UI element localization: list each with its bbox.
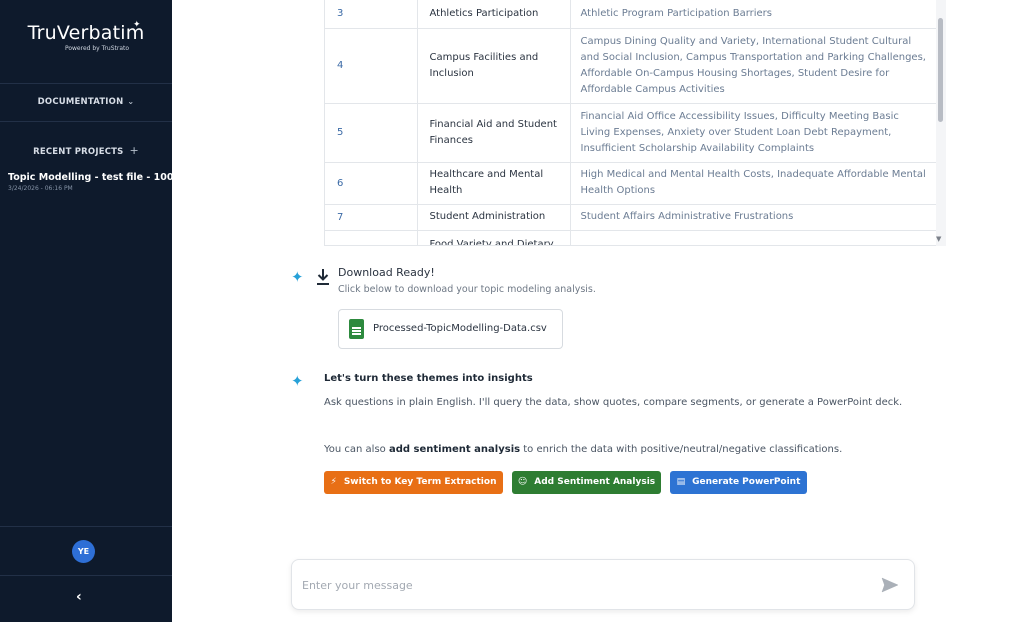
message-composer	[291, 559, 915, 610]
sparkle-icon: ✦	[291, 372, 304, 390]
project-date: 3/24/2026 - 06:16 PM	[8, 185, 73, 192]
lightning-icon: ⚡	[330, 477, 337, 487]
recent-projects-label: RECENT PROJECTS	[33, 147, 124, 157]
download-subtitle: Click below to download your topic model…	[338, 284, 596, 295]
table-row: 7 Student Administration Student Affairs…	[325, 204, 937, 231]
sidebar-divider	[0, 526, 172, 527]
topic-number: 5	[325, 103, 417, 163]
insights-title: Let's turn these themes into insights	[324, 373, 533, 384]
table-row: 4 Campus Facilities and Inclusion Campus…	[325, 28, 937, 104]
insights-body: Ask questions in plain English. I'll que…	[324, 397, 903, 408]
topic-theme: Campus Facilities and Inclusion	[416, 28, 570, 104]
plus-icon[interactable]: +	[129, 144, 138, 157]
topic-theme: Food Variety and Dietary	[416, 230, 570, 245]
note-bold: add sentiment analysis	[388, 444, 521, 455]
note-prefix: You can also	[324, 444, 389, 455]
sidebar-divider	[0, 83, 172, 84]
topic-number: 3	[325, 0, 417, 29]
button-label: Generate PowerPoint	[692, 477, 801, 487]
download-title: Download Ready!	[338, 266, 435, 279]
smiley-icon: ☺	[517, 477, 528, 487]
table-row: 6 Healthcare and Mental Health High Medi…	[325, 162, 937, 205]
add-sentiment-analysis-button[interactable]: ☺ Add Sentiment Analysis	[512, 471, 661, 494]
send-icon[interactable]	[881, 576, 899, 594]
project-title: Topic Modelling - test file - 1000	[8, 172, 181, 183]
logo[interactable]: TruVerbatim ✦ Powered by TruStrato	[0, 20, 172, 52]
documentation-label: DOCUMENTATION	[37, 97, 124, 107]
collapse-sidebar-icon[interactable]: ‹	[76, 589, 82, 605]
topic-subtopics: Athletic Program Participation Barriers	[569, 0, 937, 29]
topic-subtopics: Student Affairs Administrative Frustrati…	[569, 204, 937, 231]
logo-subtitle: Powered by TruStrato	[64, 45, 130, 52]
table-scroll-thumb[interactable]	[938, 18, 943, 122]
topics-table-grid: 3 Athletics Participation Athletic Progr…	[325, 0, 937, 245]
file-name: Processed-TopicModelling-Data.csv	[373, 323, 547, 334]
topic-number: 7	[325, 204, 417, 231]
chevron-down-icon: ⌄	[127, 97, 135, 106]
sparkle-icon: ✦	[291, 268, 304, 286]
generate-powerpoint-button[interactable]: ▤ Generate PowerPoint	[670, 471, 807, 494]
download-file-button[interactable]: Processed-TopicModelling-Data.csv	[338, 309, 563, 349]
insights-sentiment-note: You can also add sentiment analysis to e…	[324, 444, 842, 455]
note-suffix: to enrich the data with positive/neutral…	[520, 444, 843, 455]
topic-theme: Student Administration	[416, 204, 570, 231]
topic-theme: Athletics Participation	[416, 0, 570, 29]
topic-number: 4	[325, 28, 417, 104]
spreadsheet-file-icon	[349, 319, 364, 339]
switch-key-term-extraction-button[interactable]: ⚡ Switch to Key Term Extraction	[324, 471, 503, 494]
button-label: Switch to Key Term Extraction	[343, 477, 497, 487]
logo-text: TruVerbatim	[27, 22, 145, 44]
topic-subtopics	[569, 230, 937, 245]
table-row: 5 Financial Aid and Student Finances Fin…	[325, 103, 937, 163]
document-icon: ▤	[676, 477, 686, 487]
message-input[interactable]	[302, 573, 862, 597]
topic-subtopics: Financial Aid Office Accessibility Issue…	[569, 103, 937, 163]
topic-number: 6	[325, 162, 417, 205]
scroll-down-arrow-icon[interactable]: ▼	[936, 235, 941, 243]
download-icon	[317, 269, 329, 285]
topic-theme: Healthcare and Mental Health	[416, 162, 570, 205]
topic-theme: Financial Aid and Student Finances	[416, 103, 570, 163]
documentation-menu[interactable]: DOCUMENTATION ⌄	[0, 97, 172, 107]
topic-number	[325, 230, 417, 245]
table-row: Food Variety and Dietary	[325, 230, 937, 245]
topic-subtopics: High Medical and Mental Health Costs, In…	[569, 162, 937, 205]
sidebar-divider	[0, 121, 172, 122]
topic-subtopics: Campus Dining Quality and Variety, Inter…	[569, 28, 937, 104]
sidebar: TruVerbatim ✦ Powered by TruStrato DOCUM…	[0, 0, 180, 622]
logo-star-icon: ✦	[133, 20, 141, 30]
recent-projects-header: RECENT PROJECTS +	[0, 144, 172, 157]
sidebar-divider	[0, 575, 172, 576]
button-label: Add Sentiment Analysis	[534, 477, 656, 487]
topics-table: 3 Athletics Participation Athletic Progr…	[324, 0, 946, 246]
table-row: 3 Athletics Participation Athletic Progr…	[325, 0, 937, 29]
avatar[interactable]: YE	[72, 540, 95, 563]
